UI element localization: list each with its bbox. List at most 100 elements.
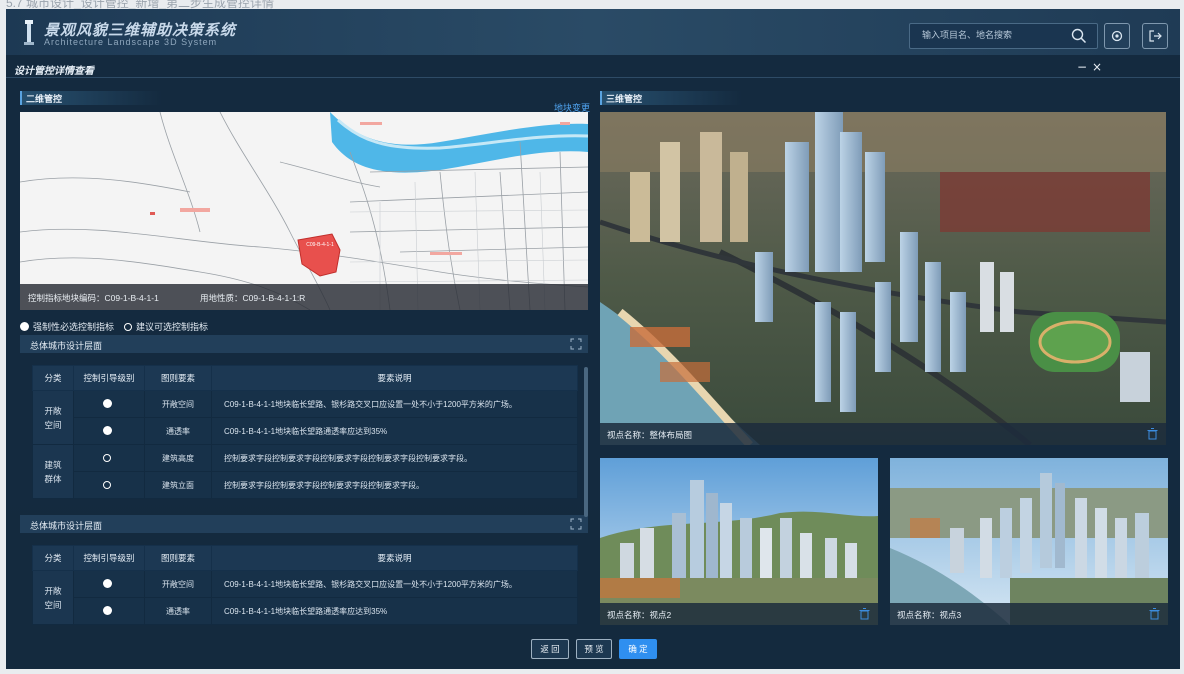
gear-icon [1111,30,1123,42]
level-cell [73,570,145,598]
desc-cell: 控制要求字段控制要求字段控制要求字段控制要求字段控制要求字段。 [211,444,578,472]
viewpoint-name: 视点名称：视点3 [897,610,962,620]
group-header: 总体城市设计层面 [20,335,588,353]
plot-map[interactable]: C09-B-4-1-1 控制指标地块编码：C09-1-B-4-1-1 用地性质：… [20,112,588,310]
table-row: 通透率 C09-1-B-4-1-1地块临长望路通透率应达到35% [33,417,578,445]
preview-button[interactable]: 预 览 [576,639,612,659]
close-button[interactable]: × [1092,60,1102,74]
desc-cell: 控制要求字段控制要求字段控制要求字段控制要求字段。 [211,471,578,499]
map-land-use: 用地性质：C09-1-B-4-1-1:R [200,293,306,303]
element-cell: 开敞空间 [144,570,212,598]
col-category: 分类 [32,545,74,571]
trash-icon[interactable] [1149,608,1160,620]
viewpoint-caption-bar: 视点名称：视点2 [600,603,878,625]
desc-cell: C09-1-B-4-1-1地块临长望路、银杉路交叉口应设置一处不小于1200平方… [211,390,578,418]
level-cell [73,597,145,625]
desc-cell: C09-1-B-4-1-1地块临长望路、银杉路交叉口应设置一处不小于1200平方… [211,570,578,598]
desc-cell: C09-1-B-4-1-1地块临长望路通透率应达到35% [211,597,578,625]
table-row: 开敞 空间 开敞空间 C09-1-B-4-1-1地块临长望路、银杉路交叉口应设置… [32,570,578,625]
city-render-image [890,458,1168,625]
element-cell: 建筑立面 [144,471,212,499]
col-element: 图则要素 [144,365,212,391]
search-icon[interactable] [1071,28,1087,44]
level-cell [73,471,145,499]
ring-dot-icon [124,323,132,331]
legend-suggested: 建议可选控制指标 [124,320,208,333]
top-header: 景观风貌三维辅助决策系统 Architecture Landscape 3D S… [6,9,1180,55]
legend-mandatory: 强制性必选控制指标 [20,320,114,333]
legend-mandatory-label: 强制性必选控制指标 [33,322,115,332]
col-desc: 要素说明 [211,545,578,571]
system-subtitle: Architecture Landscape 3D System [44,37,218,47]
plot-label: C09-B-4-1-1 [306,242,334,248]
table-row: 开敞 空间 开敞空间 C09-1-B-4-1-1地块临长望路、银杉路交叉口应设置… [32,390,578,445]
viewpoint-card-3[interactable]: 视点名称：视点3 [890,458,1168,625]
table-row: 通透率 C09-1-B-4-1-1地块临长望路通透率应达到35% [33,597,578,625]
search-box [909,23,1098,49]
map-drawing: C09-B-4-1-1 [20,112,588,310]
trash-icon[interactable] [859,608,870,620]
city-render-image [600,112,1166,445]
ring-dot-icon [103,453,111,462]
col-desc: 要素说明 [211,365,578,391]
expand-icon[interactable] [570,338,582,350]
confirm-button[interactable]: 确 定 [619,639,657,659]
table-header-row: 分类 控制引导级别 图则要素 要素说明 [32,545,578,571]
control-tables-scroll[interactable]: 总体城市设计层面 分类 控制引导级别 图则要素 要素说明 开敞 空间 开敞空间 … [20,335,588,625]
city-render-image [600,458,878,625]
trash-icon[interactable] [1147,428,1158,440]
group-header: 总体城市设计层面 [20,515,588,533]
modal-title: 设计管控详情查看 [14,66,94,77]
logout-icon [1149,30,1162,42]
viewpoint-caption-bar: 视点名称：视点3 [890,603,1168,625]
table-header-row: 分类 控制引导级别 图则要素 要素说明 [32,365,578,391]
filled-dot-icon [102,606,112,615]
viewpoint-caption-bar: 视点名称：整体布局图 [600,423,1166,445]
col-category: 分类 [32,365,74,391]
viewpoint-name: 视点名称：视点2 [607,610,672,620]
expand-icon[interactable] [570,518,582,530]
back-button[interactable]: 返 回 [531,639,569,659]
filled-dot-icon [102,579,112,588]
viewpoint-name: 视点名称：整体布局图 [607,430,693,440]
control-table: 分类 控制引导级别 图则要素 要素说明 开敞 空间 开敞空间 C09-1-B-4… [32,365,578,499]
section-title-3d: 三维管控 [606,94,643,104]
level-cell [73,444,145,472]
modal-divider [6,77,1180,78]
level-cell [73,390,145,418]
map-plot-code: 控制指标地块编码：C09-1-B-4-1-1 [28,293,159,303]
element-cell: 通透率 [144,417,212,445]
desc-cell: C09-1-B-4-1-1地块临长望路通透率应达到35% [211,417,578,445]
level-cell [73,417,145,445]
col-level: 控制引导级别 [73,545,145,571]
tower-logo-icon [24,20,34,45]
table-row: 建筑 群体 建筑高度 控制要求字段控制要求字段控制要求字段控制要求字段控制要求字… [32,444,578,499]
minimize-button[interactable]: − [1077,60,1087,74]
control-table: 分类 控制引导级别 图则要素 要素说明 开敞 空间 开敞空间 C09-1-B-4… [32,545,578,625]
table-row: 建筑立面 控制要求字段控制要求字段控制要求字段控制要求字段。 [33,471,578,499]
map-info-bar: 控制指标地块编码：C09-1-B-4-1-1 用地性质：C09-1-B-4-1-… [20,284,588,310]
group-title: 总体城市设计层面 [30,521,103,531]
app-window: 景观风貌三维辅助决策系统 Architecture Landscape 3D S… [6,9,1180,669]
col-level: 控制引导级别 [73,365,145,391]
viewpoint-card-main[interactable]: 视点名称：整体布局图 [600,112,1166,445]
section-header-2d: 二维管控 [20,91,162,105]
viewpoint-card-2[interactable]: 视点名称：视点2 [600,458,878,625]
section-header-3d: 三维管控 [600,91,742,105]
search-input[interactable] [920,29,1064,41]
ring-dot-icon [103,480,111,489]
detail-modal: 设计管控详情查看 − × 二维管控 地块变更 C09-B-4-1-1 控制指标地… [6,55,1180,669]
logout-button[interactable] [1142,23,1168,49]
filled-dot-icon [102,426,112,435]
group-title: 总体城市设计层面 [30,341,103,351]
filled-dot-icon [102,399,112,408]
filled-dot-icon [20,322,29,331]
element-cell: 通透率 [144,597,212,625]
category-cell: 开敞 空间 [32,390,74,445]
category-cell: 建筑 群体 [32,444,74,499]
scrollbar[interactable] [584,367,588,517]
col-element: 图则要素 [144,545,212,571]
element-cell: 建筑高度 [144,444,212,472]
legend-suggested-label: 建议可选控制指标 [136,322,209,332]
settings-button[interactable] [1104,23,1130,49]
